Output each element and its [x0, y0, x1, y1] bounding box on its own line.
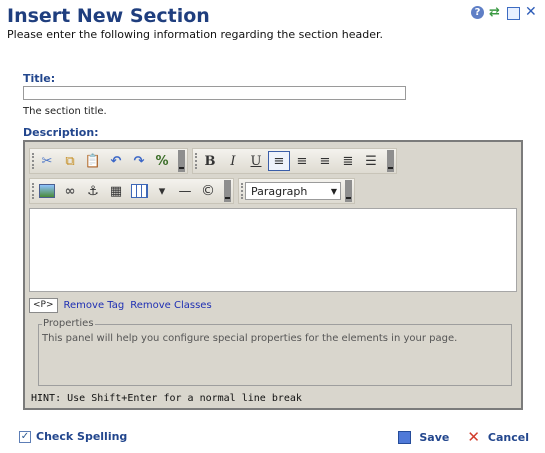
cut-icon[interactable]: ✂	[36, 151, 58, 171]
justify-icon[interactable]: ≣	[337, 151, 359, 171]
image-icon[interactable]	[36, 181, 58, 201]
p-tag-chip[interactable]: <P>	[29, 297, 58, 313]
toolbar-group-expander[interactable]	[224, 180, 231, 202]
toolbar-row-2: ∞ ⚓ ▦ ▾ — © Paragraph ▼	[29, 177, 359, 205]
paragraph-format-select[interactable]: Paragraph ▼	[245, 182, 341, 200]
paste-icon[interactable]: 📋	[82, 151, 104, 171]
remove-classes-link[interactable]: Remove Classes	[130, 300, 211, 311]
properties-title: Properties	[42, 318, 95, 329]
bold-icon[interactable]: B	[199, 151, 221, 171]
link-icon[interactable]: ∞	[59, 181, 81, 201]
align-right-icon[interactable]: ≡	[314, 151, 336, 171]
dialog-actions: Save ✕ Cancel	[398, 428, 529, 446]
cancel-label: Cancel	[487, 430, 529, 444]
save-label: Save	[419, 430, 450, 444]
format-group: Paragraph ▼	[238, 178, 355, 204]
properties-description: This panel will help you configure speci…	[42, 333, 458, 344]
toolbar-group-expander[interactable]	[345, 180, 352, 202]
underline-icon[interactable]: U	[245, 151, 267, 171]
dialog-title: Insert New Section	[7, 5, 210, 27]
copyright-icon[interactable]: ©	[197, 181, 219, 201]
paragraph-format-value: Paragraph	[251, 184, 308, 198]
rich-text-editor: ✂ ⧉ 📋 ↶ ↷ % B I U ≡ ≡ ≡ ≣ ☰ ∞ ⚓ ▦ ▾ — © …	[23, 140, 523, 410]
check-spelling-checkbox[interactable]: ✓	[19, 430, 31, 443]
maximize-icon[interactable]	[507, 7, 520, 20]
toolbar-group-expander[interactable]	[387, 150, 394, 172]
align-center-icon[interactable]: ≡	[291, 151, 313, 171]
text-style-group: B I U ≡ ≡ ≡ ≣ ☰	[192, 148, 397, 174]
redo-icon[interactable]: ↷	[128, 151, 150, 171]
tag-path-bar: <P> Remove Tag Remove Classes	[29, 295, 517, 315]
dialog-subtitle: Please enter the following information r…	[7, 28, 384, 41]
table-dropdown-icon[interactable]: ▾	[151, 181, 173, 201]
clipboard-group: ✂ ⧉ 📋 ↶ ↷ %	[29, 148, 188, 174]
title-label: Title:	[23, 72, 56, 85]
cancel-button[interactable]: ✕ Cancel	[467, 428, 529, 446]
align-left-icon[interactable]: ≡	[268, 151, 290, 171]
cancel-icon: ✕	[467, 428, 480, 446]
horizontal-rule-icon[interactable]: —	[174, 181, 196, 201]
description-label: Description:	[23, 126, 99, 139]
chevron-down-icon: ▼	[330, 186, 337, 196]
title-help-text: The section title.	[23, 106, 107, 117]
editor-content-area[interactable]	[29, 208, 517, 292]
toolbar-group-expander[interactable]	[178, 150, 185, 172]
toolbar-row-1: ✂ ⧉ 📋 ↶ ↷ % B I U ≡ ≡ ≡ ≣ ☰	[29, 147, 401, 175]
check-spelling-label: Check Spelling	[36, 430, 128, 443]
save-icon	[398, 430, 412, 444]
close-icon[interactable]: ✕	[525, 5, 538, 19]
italic-icon[interactable]: I	[222, 151, 244, 171]
properties-panel: Properties This panel will help you conf…	[38, 318, 512, 386]
save-button[interactable]: Save	[398, 430, 450, 444]
anchor-icon[interactable]: ⚓	[82, 181, 104, 201]
header-actions: ? ⇄ ✕	[471, 5, 538, 20]
help-icon[interactable]: ?	[471, 6, 484, 19]
copy-icon[interactable]: ⧉	[59, 151, 81, 171]
editor-hint: HINT: Use Shift+Enter for a normal line …	[31, 393, 302, 404]
media-icon[interactable]: ▦	[105, 181, 127, 201]
format-icon[interactable]: %	[151, 151, 173, 171]
table-icon[interactable]	[128, 181, 150, 201]
undo-icon[interactable]: ↶	[105, 151, 127, 171]
ordered-list-icon[interactable]: ☰	[360, 151, 382, 171]
title-input[interactable]	[23, 86, 406, 100]
insert-group: ∞ ⚓ ▦ ▾ — ©	[29, 178, 234, 204]
check-spelling-option[interactable]: ✓ Check Spelling	[19, 430, 127, 443]
refresh-icon[interactable]: ⇄	[489, 6, 502, 19]
remove-tag-link[interactable]: Remove Tag	[64, 300, 125, 311]
